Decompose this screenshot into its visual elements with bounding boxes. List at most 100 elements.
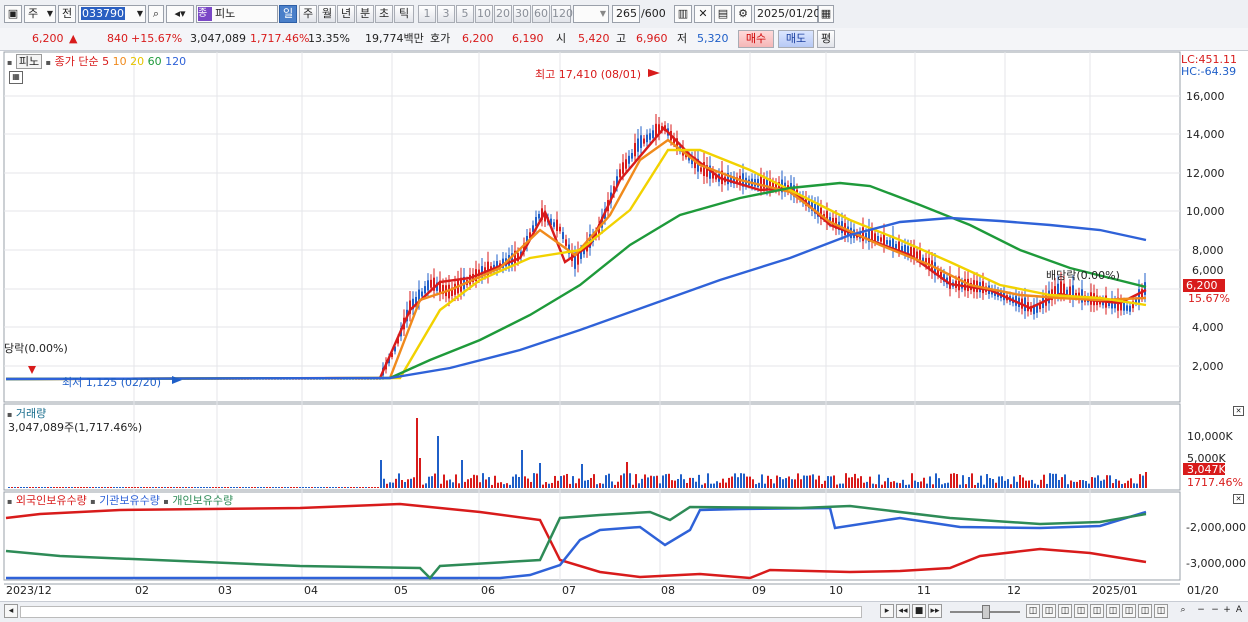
ma-20-label[interactable]: 20 [130,55,144,68]
prev-button[interactable]: 전 [58,5,76,23]
holder-legend: ▪ 외국인보유수량 ▪ 기관보유수량 ▪ 개인보유수량 [7,492,233,508]
volume-bar [686,482,688,488]
calendar-icon[interactable]: ▦ [818,5,834,23]
count-input[interactable]: 265 [612,5,640,23]
interval-3[interactable]: 3 [437,5,455,23]
zoom-out-icon[interactable]: − [1194,604,1208,618]
candle-body [640,135,642,148]
text-tool-icon[interactable]: A [1232,604,1246,618]
volume-bar [290,487,292,488]
volume-bar [911,473,913,488]
volume-bar [104,487,106,488]
scroll-left-icon[interactable]: ◂ [4,604,18,618]
interval-1[interactable]: 1 [418,5,436,23]
layout-7-icon[interactable]: ◫ [1122,604,1136,618]
volume-bar [398,473,400,488]
tab-tick[interactable]: 틱 [394,5,414,23]
zoom-search-icon[interactable]: ⌕ [1176,604,1190,618]
buy-button[interactable]: 매수 [738,30,774,48]
volume-bar [71,487,73,488]
sell-button[interactable]: 매도 [778,30,814,48]
volume-bar [953,473,955,488]
volume-bar [296,487,298,488]
volume-bar [95,487,97,488]
individual-holder-label[interactable]: 개인보유수량 [172,494,233,507]
stock-chart[interactable] [0,50,1248,603]
search-icon[interactable]: ⌕ [148,5,164,23]
speaker-icon[interactable]: ◂▾ [166,5,194,23]
tab-year[interactable]: 년 [337,5,355,23]
tab-week[interactable]: 주 [299,5,317,23]
low-label: 저 [677,32,688,45]
volume-bar [899,483,901,488]
volume-bar [881,484,883,488]
volume-bar [383,478,385,488]
volume-bar [62,487,64,488]
tab-minute[interactable]: 분 [356,5,374,23]
volume-bar [1124,483,1126,488]
layout-9-icon[interactable]: ◫ [1154,604,1168,618]
interval-10[interactable]: 10 [475,5,493,23]
layout-8-icon[interactable]: ◫ [1138,604,1152,618]
gear-icon[interactable]: ⚙ [734,5,752,23]
volume-bar [974,484,976,488]
volume-bar [983,484,985,488]
institution-holder-label[interactable]: 기관보유수량 [99,494,160,507]
volume-bar [713,483,715,488]
volume-bar [1067,484,1069,488]
volume-bar [371,487,373,488]
volume-value: 3,047,089 [190,32,246,45]
volume-bar [413,477,415,488]
volume-bar [41,487,43,488]
marker-icon: ▪ [90,497,96,506]
stock-name-field[interactable]: 종 피노 [196,5,278,23]
volume-bar [260,487,262,488]
tab-month[interactable]: 월 [318,5,336,23]
volume-bar [509,484,511,488]
candle-type-icon[interactable]: ▥ [674,5,692,23]
volume-bar [248,487,250,488]
layout-5-icon[interactable]: ◫ [1090,604,1104,618]
type-select[interactable]: 주 ▼ [24,5,56,23]
eval-button[interactable]: 평 [817,30,835,48]
layout-4-icon[interactable]: ◫ [1074,604,1088,618]
rewind-icon[interactable]: ◂◂ [896,604,910,618]
save-icon[interactable]: ▤ [714,5,732,23]
layout-3-icon[interactable]: ◫ [1058,604,1072,618]
ma-60-label[interactable]: 60 [148,55,162,68]
interval-5[interactable]: 5 [456,5,474,23]
window-icon[interactable]: ▣ [4,5,22,23]
ma-title[interactable]: 종가 단순 [55,55,99,68]
fast-forward-icon[interactable]: ▸▸ [928,604,942,618]
tab-day[interactable]: 일 [279,5,297,23]
volume-bar [836,484,838,488]
tab-second[interactable]: 초 [375,5,393,23]
ma-120-label[interactable]: 120 [165,55,186,68]
ma-5-label[interactable]: 5 [102,55,109,68]
interval-30[interactable]: 30 [513,5,531,23]
stop-icon[interactable]: ■ [912,604,926,618]
volume-bar [269,487,271,488]
volume-bar [770,479,772,488]
zoom-slider-handle[interactable] [982,605,990,619]
custom-interval-select[interactable]: ▼ [573,5,609,23]
layout-1-icon[interactable]: ◫ [1026,604,1040,618]
scroll-right-icon[interactable]: ▸ [880,604,894,618]
draw-tools-icon[interactable]: ✕ [694,5,712,23]
ma-10-label[interactable]: 10 [113,55,127,68]
volume-bar [776,475,778,488]
interval-120[interactable]: 120 [551,5,573,23]
close-icon[interactable]: ✕ [1233,494,1244,504]
layout-2-icon[interactable]: ◫ [1042,604,1056,618]
code-input[interactable]: 033790 ▼ [78,5,146,23]
interval-20[interactable]: 20 [494,5,512,23]
date-input[interactable]: 2025/01/20 [754,5,820,23]
calculator-icon[interactable]: ▦ [9,71,23,84]
candle-body [880,237,882,242]
scroll-track[interactable] [20,606,862,618]
layout-6-icon[interactable]: ◫ [1106,604,1120,618]
close-icon[interactable]: ✕ [1233,406,1244,416]
foreign-holder-label[interactable]: 외국인보유수량 [16,494,87,507]
interval-60[interactable]: 60 [532,5,550,23]
stock-label[interactable]: 피노 [15,54,43,69]
